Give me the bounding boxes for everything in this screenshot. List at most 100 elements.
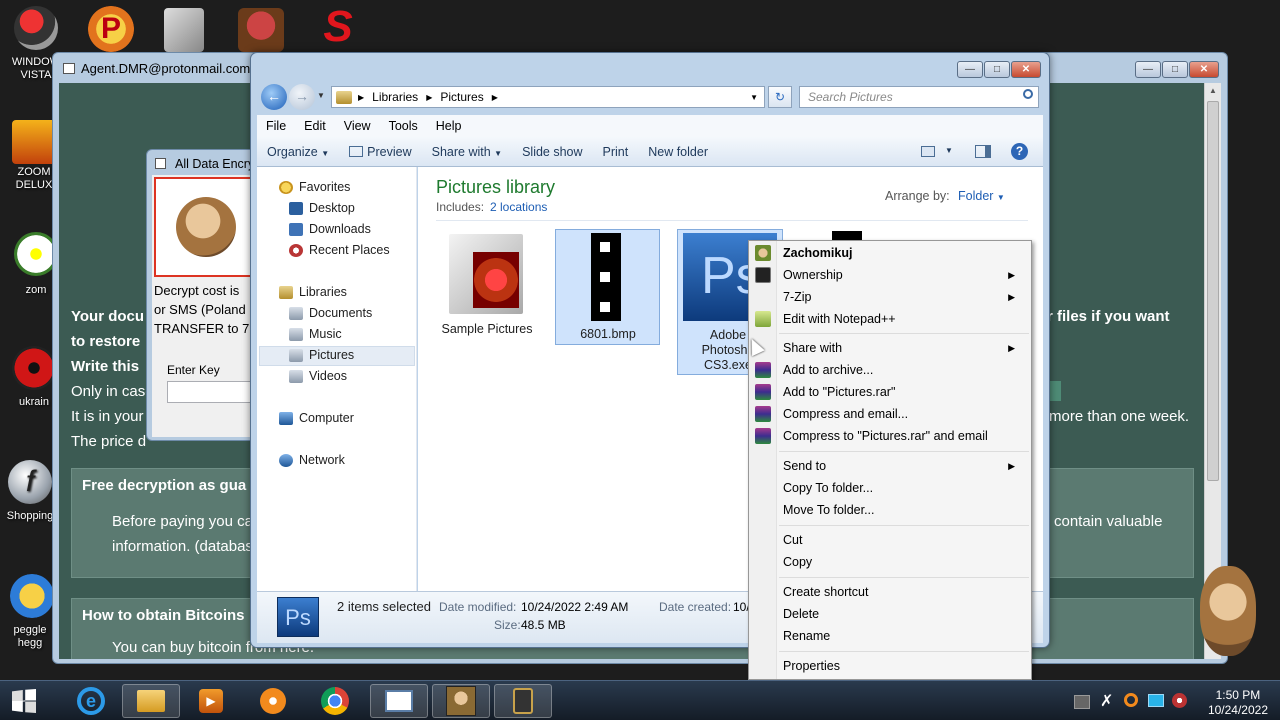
taskbar-app-orange[interactable] [244,684,302,718]
start-button[interactable] [12,689,36,713]
address-bar[interactable]: ▶ Libraries ▶ Pictures ▶ ▼ [331,86,765,108]
tray-network-icon[interactable] [1074,695,1090,709]
menu-item-edit-notepad[interactable]: Edit with Notepad++ [783,309,1023,329]
nav-recent-places[interactable]: Recent Places [289,243,390,257]
chevron-down-icon[interactable]: ▼ [945,146,953,155]
taskbar-chrome[interactable] [306,684,364,718]
new-folder-button[interactable]: New folder [638,145,718,159]
close-button[interactable]: ✕ [1189,61,1219,78]
minimize-button[interactable]: — [1135,61,1161,78]
maximize-button[interactable]: □ [984,61,1010,78]
tray-search-icon[interactable] [1124,693,1138,707]
nav-pictures[interactable]: Pictures [289,348,354,362]
minimize-button[interactable]: — [957,61,983,78]
taskbar-file-explorer[interactable] [122,684,180,718]
recent-pages-dropdown[interactable]: ▼ [317,91,325,100]
panel-heading: Free decryption as gua [82,477,247,494]
nav-music[interactable]: Music [289,327,342,341]
menu-item-copy[interactable]: Copy [783,552,1023,572]
menu-item-send-to[interactable]: Send to ▶ [783,456,1023,476]
menu-tools[interactable]: Tools [380,119,427,133]
taskbar-internet-explorer[interactable]: e [62,684,120,718]
menu-item-zachomikuj[interactable]: Zachomikuj [783,243,1023,263]
refresh-button[interactable]: ↻ [768,86,792,108]
size-value: 48.5 MB [521,618,566,632]
file-item-sample-pictures[interactable]: Sample Pictures [436,229,536,343]
share-with-label: Share with [431,144,491,159]
desktop-icon-shopping[interactable]: f Shopping [0,460,60,523]
nav-videos[interactable]: Videos [289,369,347,383]
window-app-icon [155,158,166,169]
view-options-icon[interactable] [921,146,935,157]
nav-computer[interactable]: Computer [279,411,354,425]
key-input[interactable] [167,381,257,403]
menu-item-delete[interactable]: Delete [783,604,1023,624]
menu-item-7zip[interactable]: 7-Zip ▶ [783,287,1023,307]
menu-item-rename[interactable]: Rename [783,626,1023,646]
scroll-thumb[interactable] [1207,101,1219,481]
tray-app-icon[interactable] [1172,693,1187,708]
nav-desktop[interactable]: Desktop [289,201,355,215]
help-icon[interactable]: ? [1011,143,1028,160]
breadcrumb-arrow-icon[interactable]: ▶ [426,93,432,102]
angry-birds-seasons-icon[interactable] [238,8,284,52]
organize-button[interactable]: Organize ▼ [257,145,339,159]
panel-heading: How to obtain Bitcoins [82,607,245,624]
tray-tools-icon[interactable]: ✗ [1100,691,1113,711]
taskbar-ransom-window[interactable] [370,684,428,718]
nav-network[interactable]: Network [279,453,345,467]
back-button[interactable]: ← [261,84,287,110]
media-app-icon[interactable] [164,8,204,52]
breadcrumb-arrow-icon[interactable]: ▶ [358,93,364,102]
menu-item-add-to-pictures-rar[interactable]: Add to "Pictures.rar" [783,382,1023,402]
nav-favorites[interactable]: Favorites [279,180,350,194]
share-with-button[interactable]: Share with ▼ [422,145,512,159]
preview-pane-icon[interactable] [975,145,991,158]
hamster-mascot [1196,560,1262,660]
menu-separator [779,451,1029,452]
hamster-icon [755,245,771,261]
library-title: Pictures library [436,177,556,197]
menu-file[interactable]: File [257,119,295,133]
address-dropdown-icon[interactable]: ▼ [750,93,758,102]
slide-show-button[interactable]: Slide show [512,145,592,159]
search-input[interactable]: Search Pictures [799,86,1039,108]
file-item-6801-bmp[interactable]: 6801.bmp [555,229,660,345]
menu-item-properties[interactable]: Properties [783,656,1023,676]
menu-help[interactable]: Help [427,119,471,133]
maximize-button[interactable]: □ [1162,61,1188,78]
menu-item-cut[interactable]: Cut [783,530,1023,550]
breadcrumb-pictures[interactable]: Pictures [440,90,483,104]
menu-item-compress-and-email[interactable]: Compress and email... [783,404,1023,424]
menu-view[interactable]: View [335,119,380,133]
submenu-arrow-icon: ▶ [1008,461,1015,471]
menu-item-add-to-archive[interactable]: Add to archive... [783,360,1023,380]
breadcrumb-libraries[interactable]: Libraries [372,90,418,104]
menu-item-ownership[interactable]: Ownership ▶ [783,265,1023,285]
menu-edit[interactable]: Edit [295,119,335,133]
peggle-app-icon[interactable]: P [88,6,134,52]
taskbar-hamster-box[interactable] [432,684,490,718]
menu-item-create-shortcut[interactable]: Create shortcut [783,582,1023,602]
print-button[interactable]: Print [593,145,639,159]
nav-downloads[interactable]: Downloads [289,222,371,236]
clock[interactable]: 1:50 PM 10/24/2022 [1208,685,1268,718]
nav-documents[interactable]: Documents [289,306,372,320]
nav-libraries[interactable]: Libraries [279,285,347,299]
breadcrumb-arrow-icon[interactable]: ▶ [492,93,498,102]
taskbar-decrypt-app[interactable] [494,684,552,718]
taskbar-media-player[interactable]: ▶ [182,684,240,718]
menu-item-share-with[interactable]: Share with ▶ [783,338,1023,358]
scroll-up-arrow-icon[interactable]: ▲ [1209,86,1217,95]
menu-item-copy-to-folder[interactable]: Copy To folder... [783,478,1023,498]
library-locations-link[interactable]: 2 locations [490,200,547,214]
menu-item-compress-rar-and-email[interactable]: Compress to "Pictures.rar" and email [783,426,1023,446]
arrange-by-dropdown[interactable]: Folder ▼ [958,189,1005,203]
chevron-down-icon: ▼ [494,148,503,158]
tray-display-icon[interactable] [1148,694,1164,707]
forward-button[interactable]: → [289,84,315,110]
shockwave-s-icon[interactable]: S [316,4,360,50]
close-button[interactable]: ✕ [1011,61,1041,78]
menu-item-move-to-folder[interactable]: Move To folder... [783,500,1023,520]
preview-button[interactable]: Preview [339,145,421,159]
